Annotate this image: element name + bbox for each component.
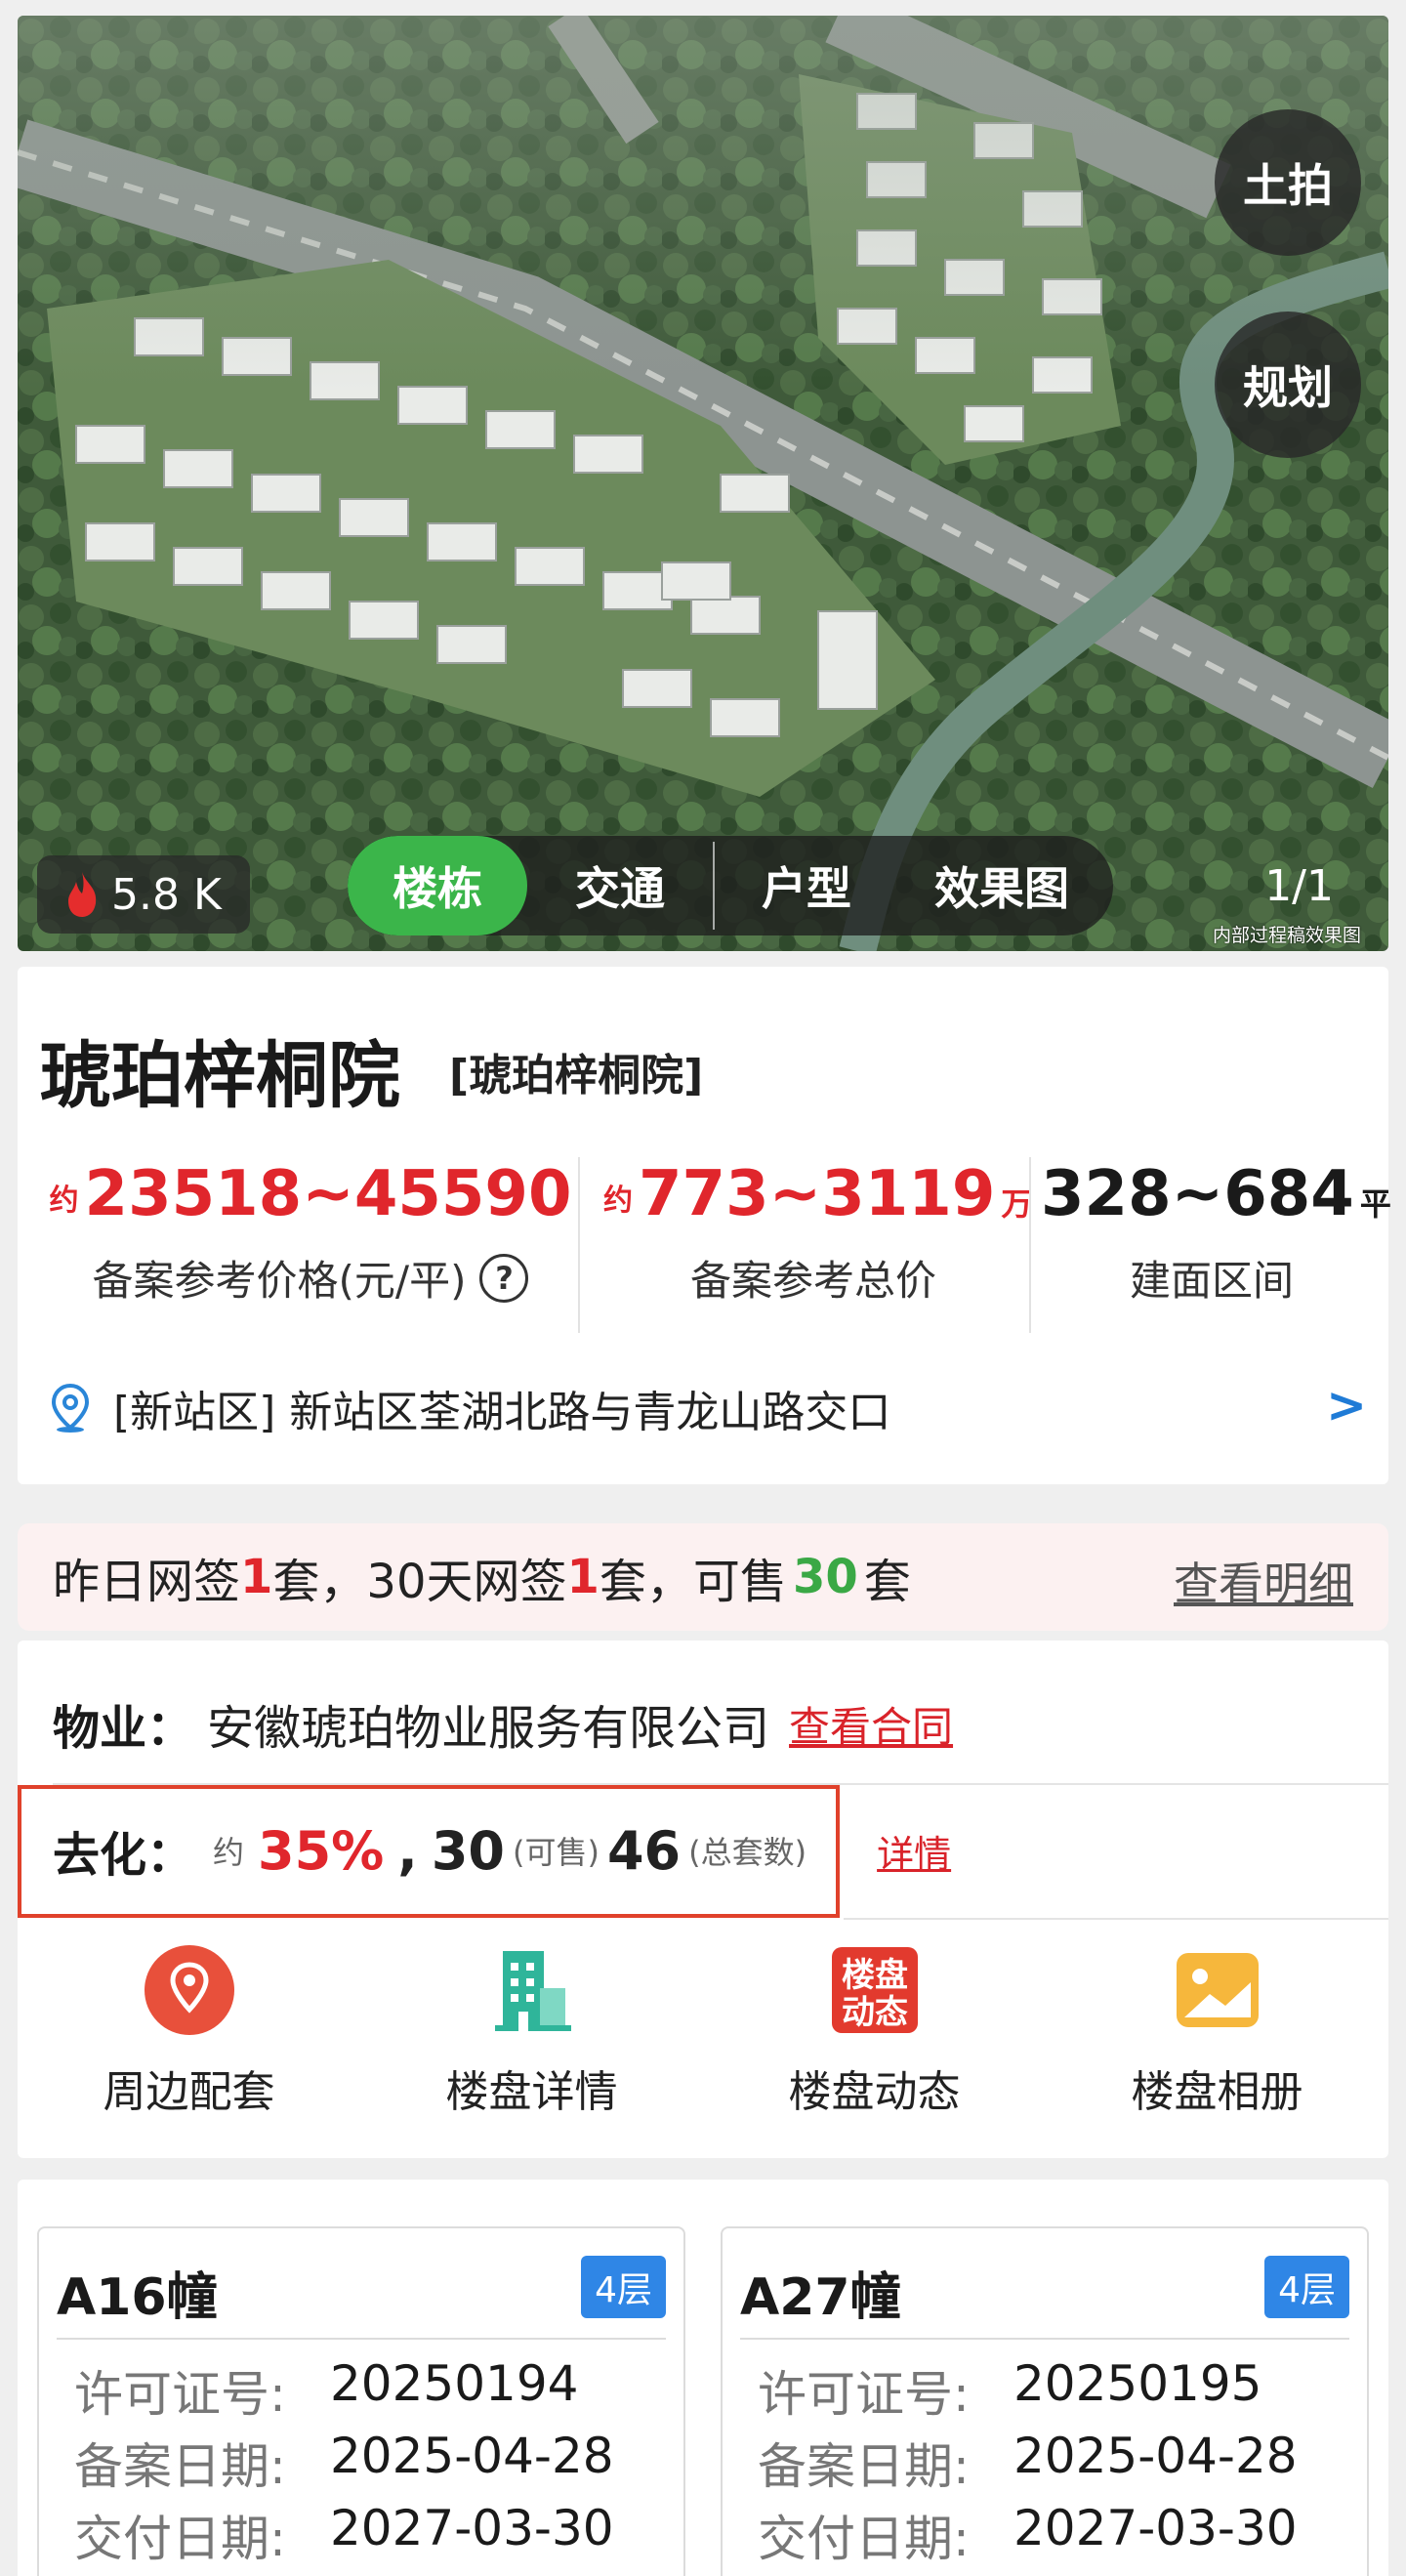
heat-badge: 5.8 K — [37, 855, 250, 934]
price-per-sqm-label: 备案参考价格(元/平) — [92, 1257, 467, 1305]
property-management-label: 物业： — [53, 1701, 194, 1756]
total-units-label: (总套数) — [688, 1834, 807, 1871]
stat-divider — [1029, 1157, 1031, 1333]
sales-summary-bar: 昨日网签 1 套，30天网签 1 套，可售 30 套 查看明细 — [18, 1523, 1388, 1631]
area-range-stat: 328~684 平 建面区间 — [1041, 1158, 1391, 1308]
permit-number: 20250194 — [330, 2355, 579, 2412]
shortcut-project-details[interactable]: 楼盘详情 — [360, 1943, 703, 2119]
total-price-stat: 约773~3119 万 备案参考总价 — [603, 1158, 1032, 1308]
thirty-day-signed-count: 1 — [566, 1550, 600, 1604]
area-range-unit: 平 — [1359, 1185, 1391, 1223]
chevron-right-icon[interactable]: > — [1326, 1377, 1367, 1433]
project-info-card: 琥珀梓桐院 [琥珀梓桐院] 约23518~45590 备案参考价格(元/平) ?… — [18, 967, 1391, 1484]
flame-icon — [68, 872, 97, 917]
permit-label: 许可证号: — [758, 2366, 970, 2423]
planning-button[interactable]: 规划 — [1215, 312, 1361, 458]
record-date-label: 备案日期: — [758, 2438, 970, 2495]
sell-through-rate: 35% — [258, 1819, 385, 1882]
news-badge-icon: 楼盘 动态 — [831, 1947, 918, 2033]
view-sales-detail-link[interactable]: 查看明细 — [1174, 1549, 1353, 1613]
stat-divider — [578, 1157, 580, 1333]
record-date-label: 备案日期: — [74, 2438, 286, 2495]
tab-transport[interactable]: 交通 — [527, 836, 713, 935]
location-pin-icon — [51, 1383, 90, 1433]
sell-through-prefix: 约 — [213, 1834, 245, 1871]
project-title: 琥珀梓桐院 — [39, 1034, 400, 1118]
area-range-label: 建面区间 — [1129, 1257, 1294, 1305]
tab-floorplans[interactable]: 户型 — [715, 836, 898, 935]
total-price-label: 备案参考总价 — [689, 1257, 936, 1305]
total-price-prefix: 约 — [603, 1184, 633, 1219]
sell-through-row: 去化： 约 35% , 30 (可售) 46 (总套数) 详情 — [53, 1816, 951, 1885]
divider — [57, 2338, 666, 2340]
shortcut-photo-album[interactable]: 楼盘相册 — [1046, 1943, 1388, 2119]
image-pager: 1/1 — [1264, 861, 1334, 911]
divider — [740, 2338, 1349, 2340]
tab-buildings[interactable]: 楼栋 — [348, 836, 527, 935]
shortcut-project-news[interactable]: 楼盘 动态 楼盘动态 — [703, 1943, 1046, 2119]
price-per-sqm-value: 23518~45590 — [84, 1158, 572, 1230]
building-card[interactable]: A16幢 4层 许可证号: 20250194 备案日期: 2025-04-28 交付… — [37, 2226, 685, 2576]
total-units: 46 — [606, 1819, 682, 1882]
shortcut-label: 楼盘动态 — [788, 2067, 961, 2117]
building-card[interactable]: A27幢 4层 许可证号: 20250195 备案日期: 2025-04-28 交付… — [721, 2226, 1369, 2576]
price-per-sqm-stat: 约23518~45590 备案参考价格(元/平) ? — [47, 1158, 574, 1308]
floors-badge: 4层 — [581, 2256, 666, 2318]
delivery-date: 2027-03-30 — [330, 2500, 614, 2556]
sales-text-3: 套，可售 — [599, 1555, 787, 1609]
land-auction-button[interactable]: 土拍 — [1215, 109, 1361, 256]
aerial-rendering-image — [18, 16, 1388, 951]
help-icon[interactable]: ? — [479, 1253, 529, 1303]
shortcut-label: 楼盘详情 — [445, 2067, 618, 2117]
hero-image-carousel[interactable]: 土拍 规划 5.8 K 楼栋 交通 户型 效果图 1/1 内部过程稿效果图 — [18, 16, 1388, 951]
delivery-date: 2027-03-30 — [1013, 2500, 1298, 2556]
floors-badge: 4层 — [1264, 2256, 1349, 2318]
yesterday-signed-count: 1 — [240, 1550, 273, 1604]
heat-value: 5.8 K — [111, 869, 222, 920]
project-address: [新站区] 新站区荃湖北路与青龙山路交口 — [113, 1388, 891, 1437]
delivery-date-label: 交付日期: — [74, 2511, 286, 2567]
project-alias: [琥珀梓桐院] — [449, 1051, 704, 1101]
area-range-value: 328~684 — [1041, 1158, 1354, 1230]
available-units-label: (可售) — [512, 1834, 600, 1871]
sell-through-separator: , — [397, 1819, 418, 1882]
sell-through-detail-link[interactable]: 详情 — [877, 1824, 951, 1878]
svg-text:动态: 动态 — [842, 1993, 908, 2032]
available-count: 30 — [792, 1550, 858, 1604]
building-icon — [494, 1951, 571, 2031]
rendering-disclaimer: 内部过程稿效果图 — [1212, 925, 1361, 946]
shortcut-label: 楼盘相册 — [1131, 2067, 1303, 2117]
view-contract-link[interactable]: 查看合同 — [789, 1694, 953, 1754]
property-management-company: 安徽琥珀物业服务有限公司 — [207, 1701, 770, 1756]
total-price-unit: 万 — [1001, 1185, 1033, 1223]
tab-renderings[interactable]: 效果图 — [898, 836, 1105, 935]
price-prefix: 约 — [49, 1184, 79, 1219]
shortcut-nearby-facilities[interactable]: 周边配套 — [18, 1943, 360, 2119]
shortcut-grid: 周边配套 楼盘详情 楼盘 动态 楼盘动态 楼盘相册 — [18, 1943, 1388, 2119]
svg-text:楼盘: 楼盘 — [842, 1956, 908, 1995]
sell-through-label: 去化： — [53, 1828, 194, 1883]
record-date: 2025-04-28 — [1013, 2428, 1298, 2484]
total-price-value: 773~3119 — [639, 1158, 996, 1230]
permit-number: 20250195 — [1013, 2355, 1262, 2412]
building-name: A16幢 — [57, 2268, 218, 2327]
building-name: A27幢 — [740, 2268, 901, 2327]
building-list: A16幢 4层 许可证号: 20250194 备案日期: 2025-04-28 交付… — [18, 2180, 1388, 2576]
delivery-date-label: 交付日期: — [758, 2511, 970, 2567]
photo-album-icon — [1176, 1953, 1259, 2027]
location-pin-icon — [144, 1945, 234, 2035]
record-date: 2025-04-28 — [330, 2428, 614, 2484]
property-card: 物业： 安徽琥珀物业服务有限公司 查看合同 去化： 约 35% , 30 (可售… — [18, 1641, 1388, 2158]
divider — [844, 1918, 1388, 1920]
sales-text-2: 套，30天网签 — [272, 1555, 567, 1609]
shortcut-label: 周边配套 — [103, 2067, 275, 2117]
sales-text-1: 昨日网签 — [53, 1555, 241, 1609]
media-tabs: 楼栋 交通 户型 效果图 — [348, 836, 1113, 935]
permit-label: 许可证号: — [74, 2366, 286, 2423]
sales-text-4: 套 — [863, 1555, 911, 1609]
address-row[interactable]: [新站区] 新站区荃湖北路与青龙山路交口 — [49, 1377, 890, 1439]
property-management-row: 物业： 安徽琥珀物业服务有限公司 查看合同 — [53, 1689, 953, 1758]
available-units: 30 — [431, 1819, 505, 1882]
